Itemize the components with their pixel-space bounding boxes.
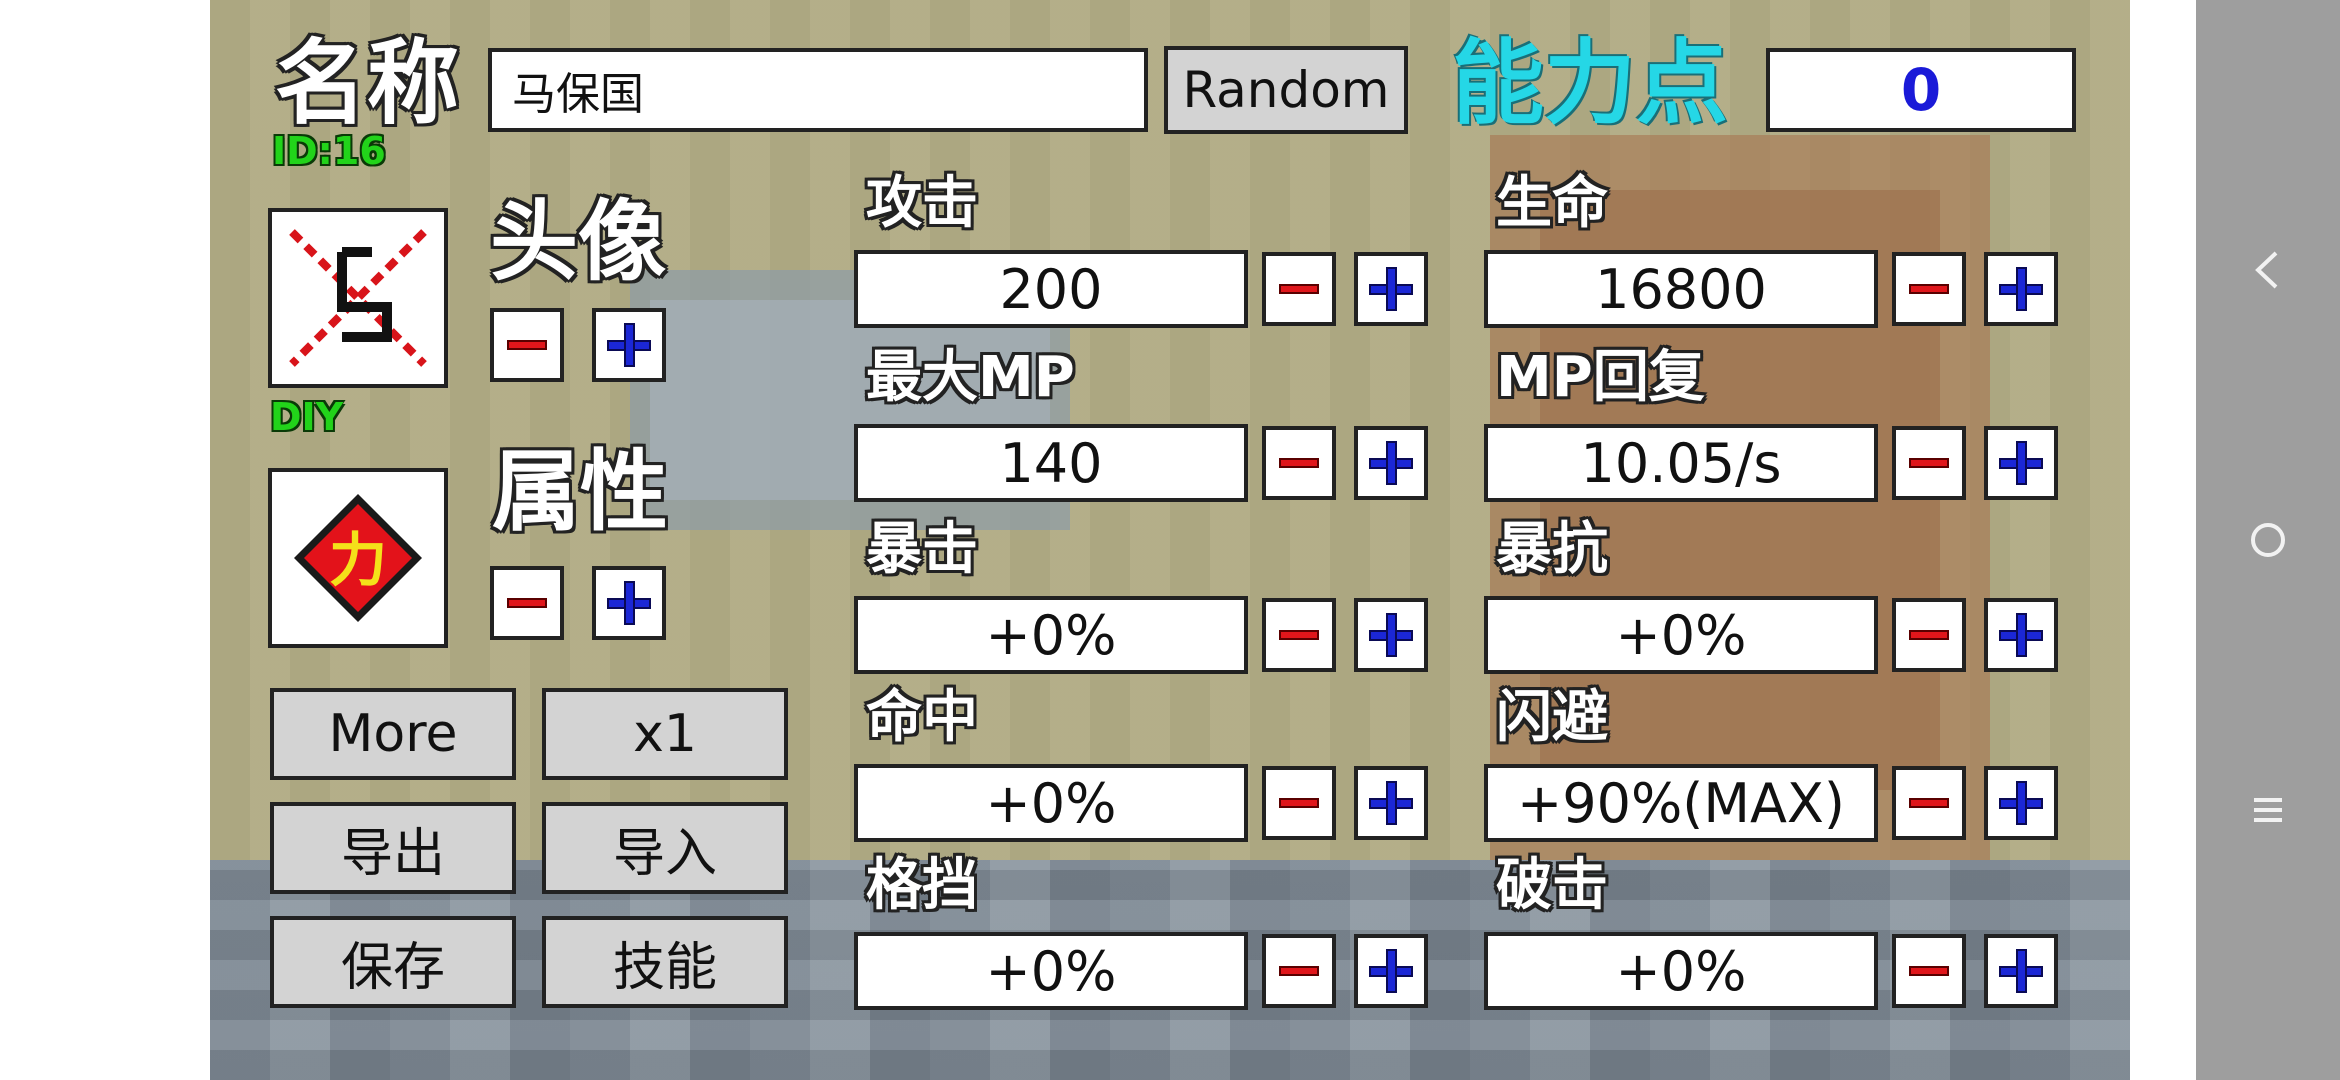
stat-label-hit: 命中 [866,685,978,750]
hp-minus-button[interactable] [1892,252,1966,326]
block-minus-button[interactable] [1262,934,1336,1008]
multiplier-button[interactable]: x1 [542,688,788,780]
name-input[interactable]: 马保国 [488,48,1148,132]
plus-icon [1369,949,1413,993]
minus-icon [1909,630,1949,640]
crit-resist-plus-button[interactable] [1984,598,2058,672]
attack-minus-button[interactable] [1262,252,1336,326]
minus-icon [1279,798,1319,808]
mp-regen-minus-button[interactable] [1892,426,1966,500]
stat-value-crit: +0% [854,596,1248,674]
stat-label-crit-resist: 暴抗 [1496,517,1608,582]
stat-label-mp-regen: MP回复 [1496,345,1705,410]
max-mp-minus-button[interactable] [1262,426,1336,500]
stat-label-dodge: 闪避 [1496,685,1608,750]
attribute-preview[interactable]: 力 [268,468,448,648]
stat-value-armor-break: +0% [1484,932,1878,1010]
minus-icon [1909,284,1949,294]
crit-minus-button[interactable] [1262,598,1336,672]
avatar-preview[interactable] [268,208,448,388]
minus-icon [507,340,547,350]
avatar-label: 头像 [490,190,667,293]
strength-attribute-icon: 力 [294,494,422,622]
plus-icon [607,323,651,367]
stat-label-attack: 攻击 [866,171,978,236]
plus-icon [1999,781,2043,825]
back-button[interactable] [2196,220,2340,320]
stat-label-crit: 暴击 [866,517,978,582]
minus-icon [1279,284,1319,294]
stat-value-hp: 16800 [1484,250,1878,328]
avatar-plus-button[interactable] [592,308,666,382]
skills-button[interactable]: 技能 [542,916,788,1008]
character-id: ID:16 [272,129,386,173]
back-icon [2255,251,2278,289]
minus-icon [1279,630,1319,640]
max-mp-plus-button[interactable] [1354,426,1428,500]
minus-icon [1909,458,1949,468]
ability-points-value: 0 [1766,48,2076,132]
menu-icon [2254,798,2282,822]
stat-value-attack: 200 [854,250,1248,328]
minus-icon [1909,798,1949,808]
dodge-plus-button[interactable] [1984,766,2058,840]
attribute-plus-button[interactable] [592,566,666,640]
stat-value-max-mp: 140 [854,424,1248,502]
hit-plus-button[interactable] [1354,766,1428,840]
stat-label-hp: 生命 [1496,171,1608,236]
stat-value-crit-resist: +0% [1484,596,1878,674]
armor-break-plus-button[interactable] [1984,934,2058,1008]
stat-value-block: +0% [854,932,1248,1010]
plus-icon [1369,613,1413,657]
mp-regen-plus-button[interactable] [1984,426,2058,500]
diy-avatar-icon [289,229,427,367]
hp-plus-button[interactable] [1984,252,2058,326]
stat-value-dodge: +90%(MAX) [1484,764,1878,842]
recents-button[interactable] [2196,760,2340,860]
export-button[interactable]: 导出 [270,802,516,894]
attribute-glyph: 力 [329,526,387,594]
stat-label-max-mp: 最大MP [866,345,1075,410]
plus-icon [607,581,651,625]
plus-icon [1369,267,1413,311]
plus-icon [1999,267,2043,311]
attribute-minus-button[interactable] [490,566,564,640]
home-button[interactable] [2196,490,2340,590]
attribute-label: 属性 [492,440,669,543]
plus-icon [1999,949,2043,993]
save-button[interactable]: 保存 [270,916,516,1008]
more-button[interactable]: More [270,688,516,780]
stat-value-mp-regen: 10.05/s [1484,424,1878,502]
crit-resist-minus-button[interactable] [1892,598,1966,672]
armor-break-minus-button[interactable] [1892,934,1966,1008]
avatar-minus-button[interactable] [490,308,564,382]
hit-minus-button[interactable] [1262,766,1336,840]
stat-value-hit: +0% [854,764,1248,842]
minus-icon [507,598,547,608]
minus-icon [1279,966,1319,976]
plus-icon [1369,441,1413,485]
stat-label-armor-break: 破击 [1496,853,1608,918]
minus-icon [1279,458,1319,468]
plus-icon [1999,613,2043,657]
crit-plus-button[interactable] [1354,598,1428,672]
ability-points-label: 能力点 [1452,30,1729,137]
system-navigation-bar [2196,0,2340,1080]
home-icon [2251,523,2285,557]
avatar-tag: DIY [270,395,344,439]
block-plus-button[interactable] [1354,934,1428,1008]
plus-icon [1999,441,2043,485]
minus-icon [1909,966,1949,976]
game-screen: 名称 ID:16 马保国 Random 能力点 0 DIY 头像 力 属性 Mo… [210,0,2130,1080]
dodge-minus-button[interactable] [1892,766,1966,840]
import-button[interactable]: 导入 [542,802,788,894]
attack-plus-button[interactable] [1354,252,1428,326]
plus-icon [1369,781,1413,825]
stat-label-block: 格挡 [866,853,978,918]
random-button[interactable]: Random [1164,46,1408,134]
name-label: 名称 [275,30,460,137]
